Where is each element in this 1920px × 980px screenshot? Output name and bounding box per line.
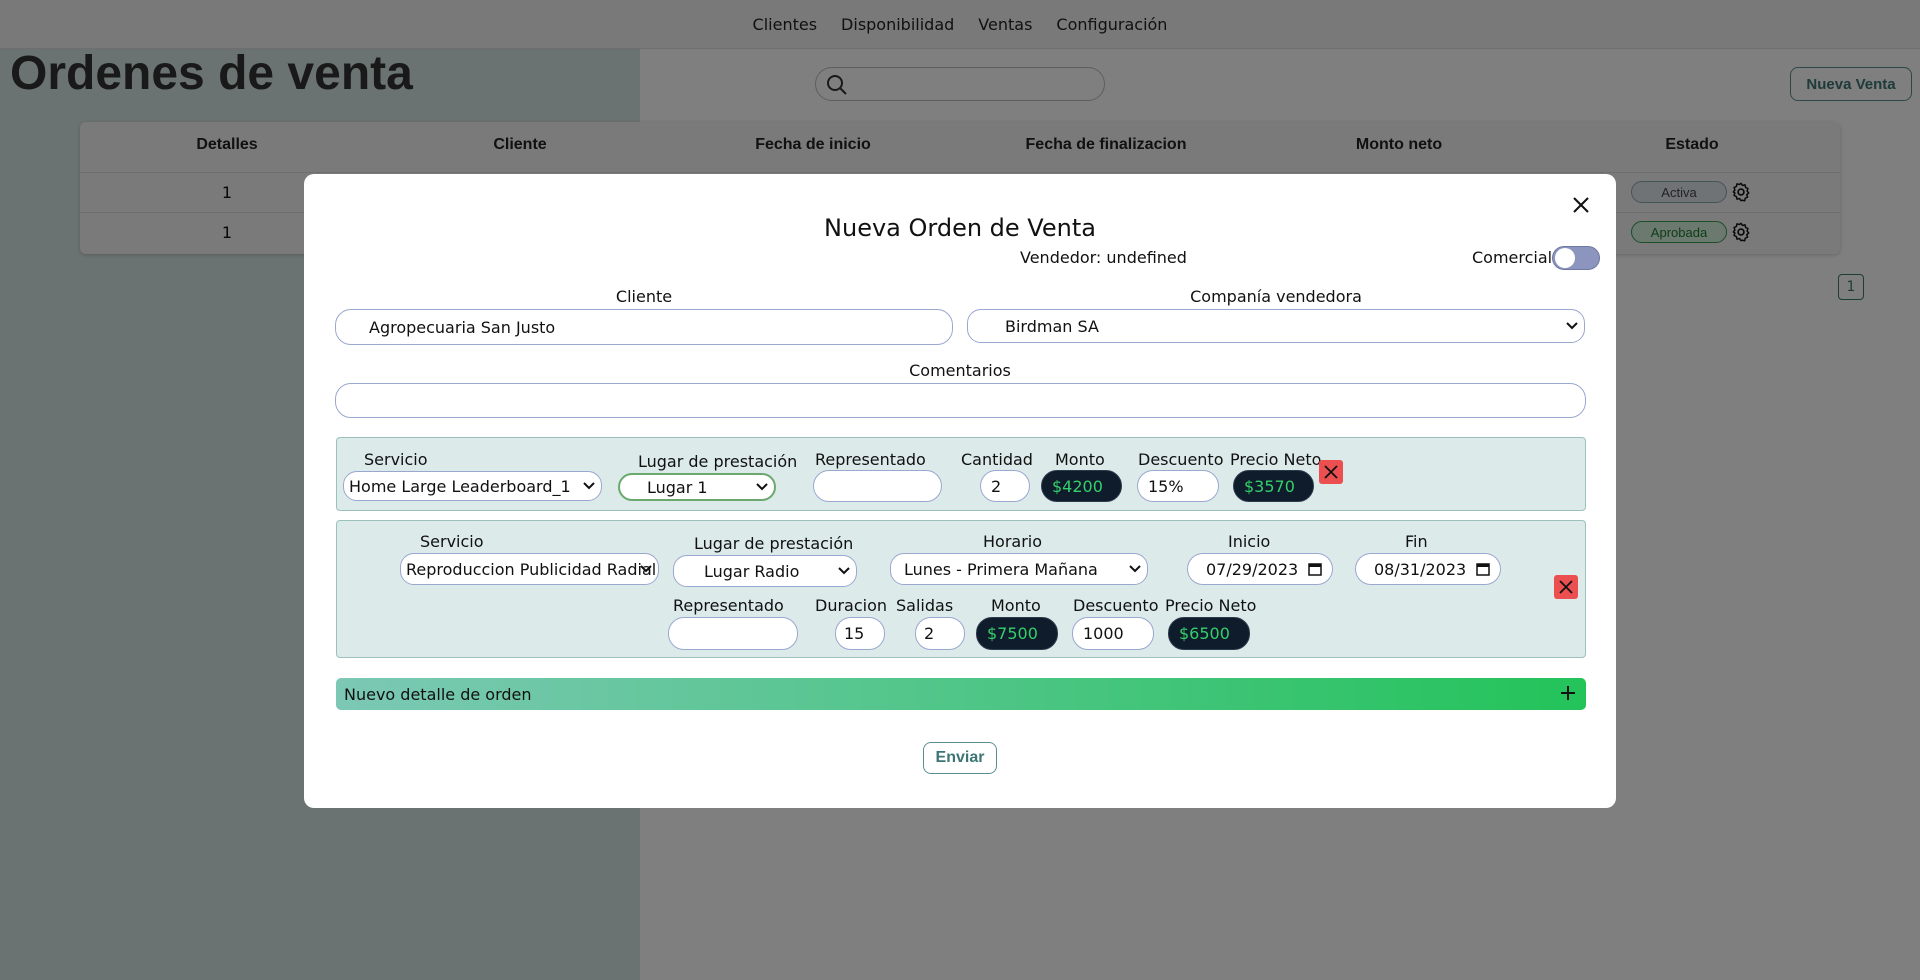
monto-label: Monto [991,596,1041,615]
vendedor-text: Vendedor: undefined [1020,248,1187,267]
cantidad-input[interactable]: 2 [980,470,1030,502]
inicio-value: 07/29/2023 [1206,559,1299,579]
delete-detail-button[interactable] [1319,460,1343,484]
duracion-input[interactable]: 15 [835,617,885,650]
chevron-down-icon [583,482,595,490]
chevron-down-icon [1566,322,1578,330]
lugar-select[interactable]: Lugar Radio [673,555,857,587]
monto-field: $7500 [976,617,1058,650]
toggle-knob [1555,248,1575,268]
cliente-input[interactable]: Agropecuaria San Justo [335,309,953,345]
close-icon [1573,197,1589,213]
precio-neto-label: Precio Neto [1230,450,1322,469]
lugar-value: Lugar Radio [704,561,800,581]
chevron-down-icon [756,483,768,491]
compania-select[interactable]: Birdman SA [967,309,1585,343]
horario-label: Horario [983,532,1043,551]
precio-neto-label: Precio Neto [1165,596,1257,615]
calendar-icon[interactable] [1476,562,1490,576]
comercial-toggle[interactable] [1552,246,1600,270]
descuento-input[interactable]: 15% [1137,470,1219,502]
lugar-label: Lugar de prestación [694,534,854,553]
fin-label: Fin [1405,532,1428,551]
compania-label: Companía vendedora [1190,287,1362,306]
servicio-label: Servicio [364,450,428,469]
chevron-down-icon [1129,565,1141,573]
chevron-down-icon [838,567,850,575]
precio-neto-field: $6500 [1168,617,1250,650]
inicio-date-input[interactable]: 07/29/2023 [1187,553,1333,585]
horario-value: Lunes - Primera Mañana [904,559,1098,579]
servicio-select[interactable]: Home Large Leaderboard_1 [343,471,602,501]
fin-value: 08/31/2023 [1374,559,1467,579]
inicio-label: Inicio [1228,532,1271,551]
monto-field: $4200 [1041,470,1122,502]
servicio-label: Servicio [420,532,484,551]
new-order-modal: Nueva Orden de Venta Vendedor: undefined… [304,174,1616,808]
order-detail-2: Servicio Reproduccion Publicidad Radial … [336,520,1586,658]
new-detail-button[interactable]: Nuevo detalle de orden [336,678,1586,710]
fin-date-input[interactable]: 08/31/2023 [1355,553,1501,585]
salidas-input[interactable]: 2 [915,617,965,650]
salidas-label: Salidas [896,596,954,615]
representado-label: Representado [673,596,784,615]
comentarios-label: Comentarios [909,361,1011,380]
horario-select[interactable]: Lunes - Primera Mañana [890,553,1148,585]
plus-icon [1561,686,1575,700]
delete-icon [1324,465,1338,479]
compania-value: Birdman SA [1005,316,1099,336]
representado-input[interactable] [668,617,798,650]
calendar-icon[interactable] [1308,562,1322,576]
cliente-label: Cliente [615,287,673,306]
duracion-label: Duracion [815,596,888,615]
representado-input[interactable] [813,470,942,502]
descuento-label: Descuento [1073,596,1159,615]
descuento-label: Descuento [1138,450,1224,469]
modal-title: Nueva Orden de Venta [824,214,1096,242]
monto-label: Monto [1055,450,1105,469]
new-detail-label: Nuevo detalle de orden [344,684,532,704]
delete-icon [1559,580,1573,594]
precio-neto-field: $3570 [1233,470,1314,502]
representado-label: Representado [815,450,926,469]
send-button[interactable]: Enviar [923,742,997,774]
lugar-select[interactable]: Lugar 1 [618,473,776,501]
descuento-input[interactable]: 1000 [1072,617,1154,650]
comentarios-input[interactable] [335,383,1586,418]
servicio-select[interactable]: Reproduccion Publicidad Radial [400,553,659,585]
servicio-value: Home Large Leaderboard_1 [349,476,571,496]
servicio-value: Reproduccion Publicidad Radial [406,559,657,579]
comercial-label: Comercial [1472,248,1553,267]
lugar-value: Lugar 1 [647,477,708,497]
cantidad-label: Cantidad [961,450,1033,469]
lugar-label: Lugar de prestación [638,452,798,471]
chevron-down-icon [640,565,652,573]
order-detail-1: Servicio Home Large Leaderboard_1 Lugar … [336,437,1586,511]
delete-detail-button[interactable] [1554,575,1578,599]
